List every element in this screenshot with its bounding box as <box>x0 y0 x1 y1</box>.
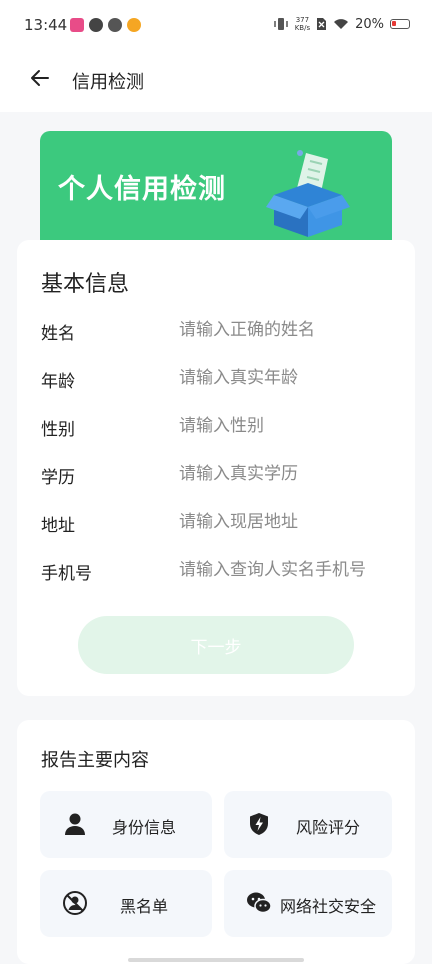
weibo-notification-icon <box>127 18 141 32</box>
name-label: 姓名 <box>41 324 75 344</box>
app-notification-icon <box>89 18 103 32</box>
phone-label: 手机号 <box>41 564 92 584</box>
address-input[interactable] <box>179 507 401 537</box>
name-input[interactable] <box>179 315 401 345</box>
person-icon <box>65 813 85 835</box>
address-label: 地址 <box>41 516 75 536</box>
wechat-icon <box>247 892 272 914</box>
app-header: 信用检测 <box>0 52 432 112</box>
next-step-button[interactable]: 下一步 <box>78 616 354 674</box>
education-input[interactable] <box>179 459 401 489</box>
report-item-label: 风险评分 <box>296 818 361 837</box>
wifi-icon <box>334 19 349 29</box>
report-item-label: 黑名单 <box>120 897 169 916</box>
banner-title: 个人信用检测 <box>58 174 226 205</box>
gender-label: 性别 <box>41 420 75 440</box>
status-time: 13:44 <box>24 16 68 34</box>
network-speed-value: 377 <box>295 16 310 24</box>
back-arrow-icon[interactable] <box>28 66 52 90</box>
section-title-report: 报告主要内容 <box>41 750 149 771</box>
education-label: 学历 <box>41 468 75 488</box>
report-item-label: 网络社交安全 <box>280 897 377 916</box>
battery-percent: 20% <box>355 16 384 32</box>
vibrate-icon <box>273 18 288 30</box>
report-item-risk-score[interactable]: 风险评分 <box>224 791 392 858</box>
report-item-identity[interactable]: 身份信息 <box>40 791 212 858</box>
form-row-name: 姓名 <box>41 315 401 345</box>
open-box-illustration <box>266 150 350 237</box>
form-row-gender: 性别 <box>41 411 401 441</box>
form-row-address: 地址 <box>41 507 401 537</box>
form-row-education: 学历 <box>41 459 401 489</box>
age-label: 年龄 <box>41 372 75 392</box>
shield-lightning-icon <box>250 813 268 835</box>
section-title-basic-info: 基本信息 <box>41 272 130 297</box>
no-sim-icon <box>317 18 327 30</box>
report-contents-card: 报告主要内容 身份信息 风险评分 黑名单 网络社交安全 <box>17 720 415 964</box>
blocked-user-icon <box>63 891 87 915</box>
home-indicator[interactable] <box>128 958 304 962</box>
app-notification-icon <box>108 18 122 32</box>
report-item-social-security[interactable]: 网络社交安全 <box>224 870 392 937</box>
basic-info-card: 基本信息 姓名 年龄 性别 学历 地址 手机号 下一步 <box>17 240 415 696</box>
form-row-age: 年龄 <box>41 363 401 393</box>
gender-input[interactable] <box>179 411 401 441</box>
notification-icons <box>70 18 141 32</box>
age-input[interactable] <box>179 363 401 393</box>
app-notification-icon <box>70 18 84 32</box>
report-item-label: 身份信息 <box>112 818 177 837</box>
report-item-blacklist[interactable]: 黑名单 <box>40 870 212 937</box>
form-row-phone: 手机号 <box>41 555 401 585</box>
promo-banner: 个人信用检测 <box>40 131 392 256</box>
phone-input[interactable] <box>179 555 401 585</box>
status-indicators: 377 KB/s 20% <box>273 16 410 32</box>
page-title: 信用检测 <box>72 72 144 93</box>
network-speed: 377 KB/s <box>295 16 310 32</box>
status-bar: 13:44 377 KB/s 20% <box>0 0 432 52</box>
battery-icon <box>390 19 410 29</box>
network-speed-unit: KB/s <box>294 24 311 32</box>
